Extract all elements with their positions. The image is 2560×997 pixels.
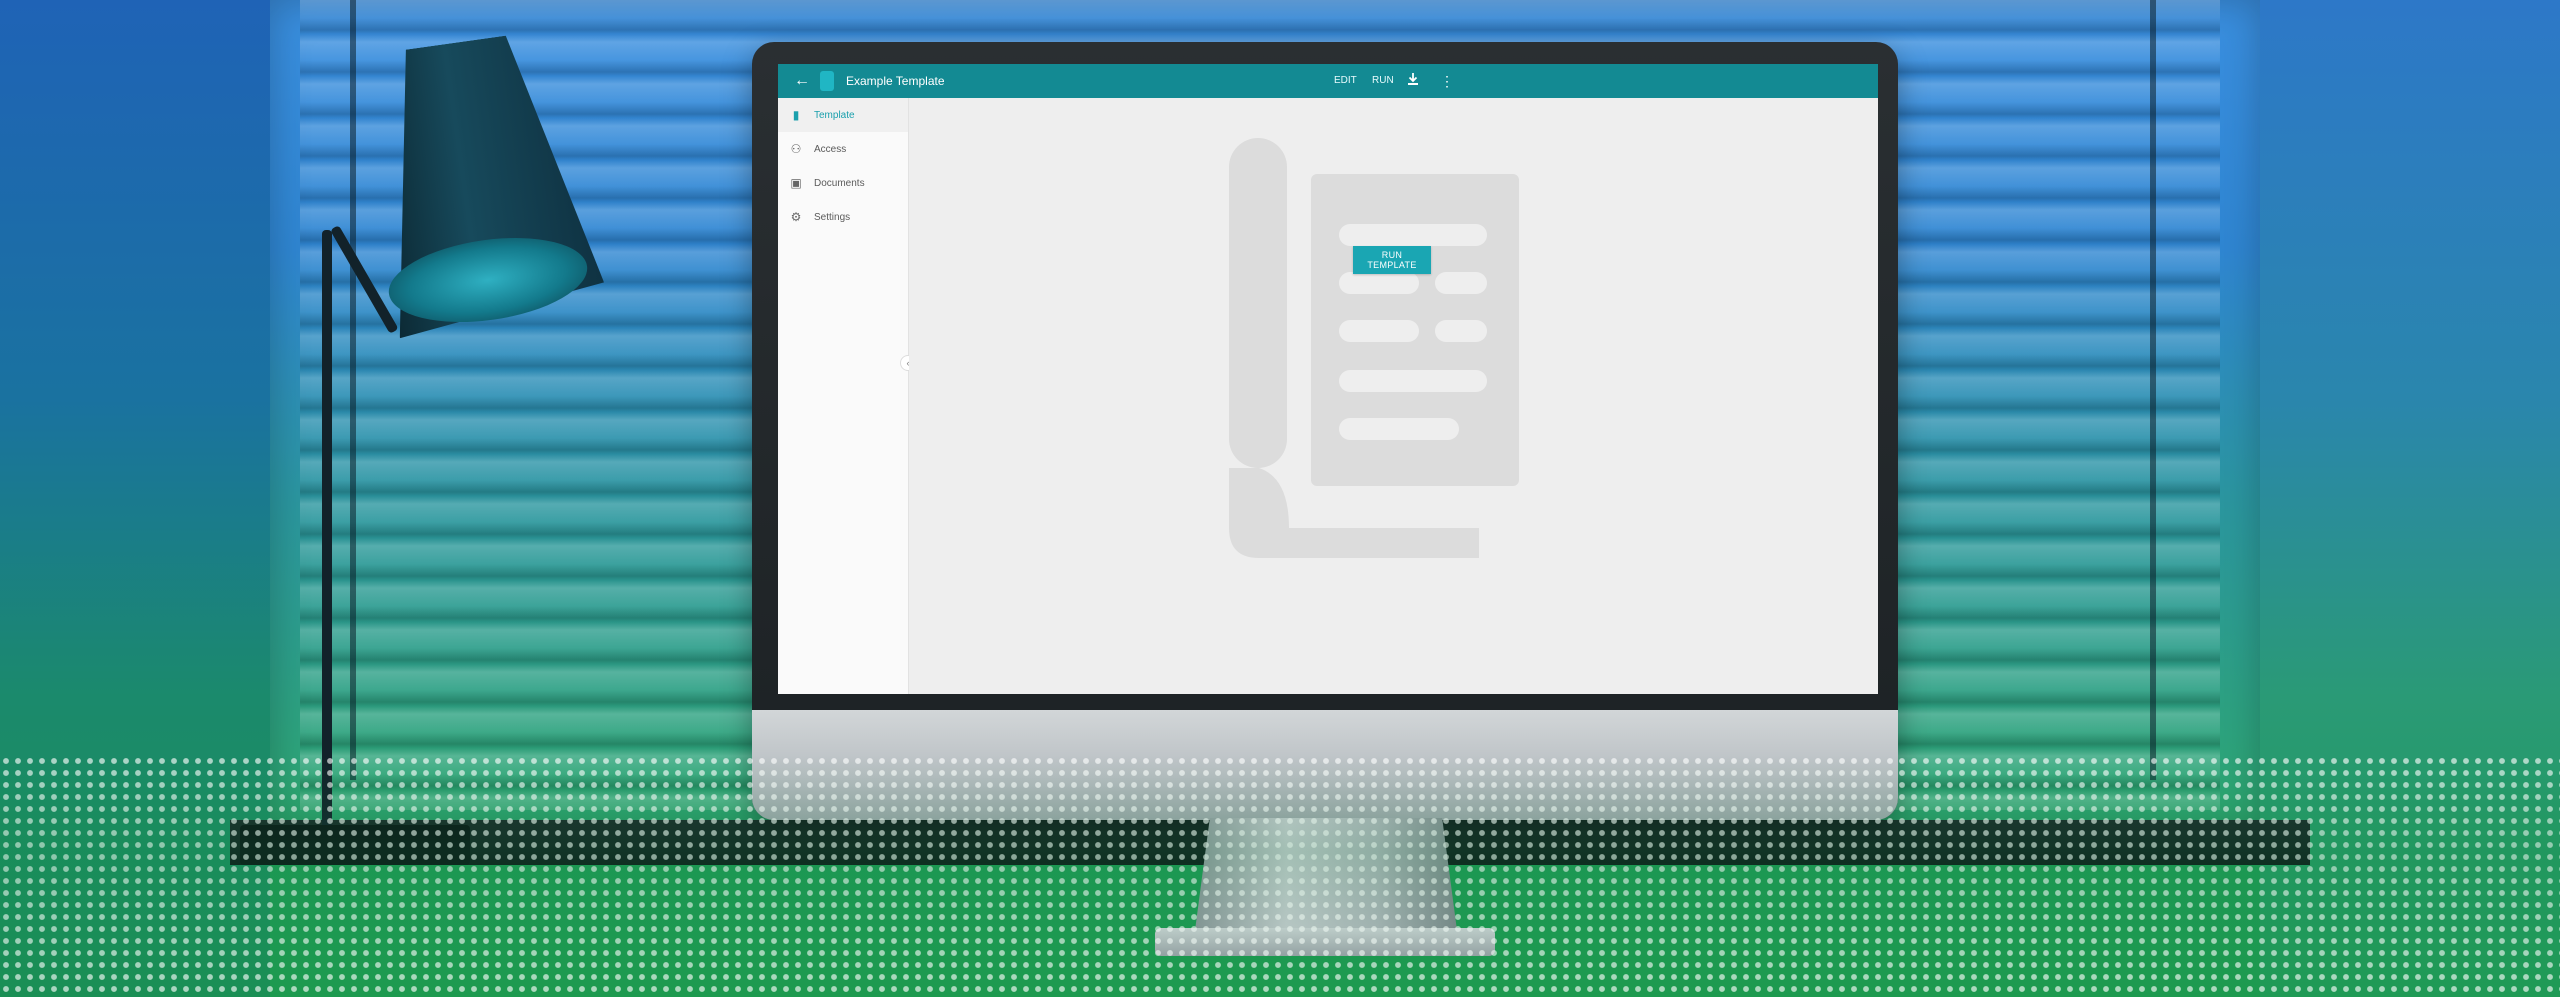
document-logo-icon	[820, 71, 834, 91]
sidebar-item-label: Access	[814, 143, 847, 155]
sidebar-item-label: Documents	[814, 177, 865, 189]
blind-cord-left	[350, 0, 356, 780]
blind-cord-right	[2150, 0, 2156, 780]
document-icon: ▮	[792, 108, 800, 122]
page-title: Example Template	[846, 74, 945, 88]
sidebar: ▮ Template ⚇ Access ▣ Documents ⚙ Settin…	[778, 98, 916, 694]
people-icon: ⚇	[790, 142, 802, 156]
more-vertical-icon[interactable]: ⋮	[1438, 70, 1456, 92]
main-content: RUN TEMPLATE	[909, 98, 1878, 694]
folder-icon: ▣	[790, 176, 802, 190]
sidebar-item-access[interactable]: ⚇ Access	[778, 132, 908, 166]
download-icon-svg	[1408, 73, 1418, 85]
desk-scene: ← Example Template EDIT RUN ⋮ ▮ Template…	[0, 0, 2560, 997]
download-icon[interactable]	[1404, 70, 1422, 92]
template-scroll-illustration	[1229, 138, 1519, 558]
sidebar-item-template[interactable]: ▮ Template	[778, 98, 908, 132]
sidebar-item-settings[interactable]: ⚙ Settings	[778, 200, 908, 234]
gear-icon: ⚙	[790, 210, 802, 224]
sidebar-item-documents[interactable]: ▣ Documents	[778, 166, 908, 200]
halftone-fade	[0, 755, 2560, 997]
app-toolbar: ← Example Template EDIT RUN ⋮	[778, 64, 1878, 98]
back-arrow-icon[interactable]: ←	[792, 71, 812, 91]
run-template-button[interactable]: RUN TEMPLATE	[1353, 246, 1431, 274]
sidebar-item-label: Settings	[814, 211, 851, 223]
run-action-button[interactable]: RUN	[1372, 73, 1394, 89]
monitor-screen: ← Example Template EDIT RUN ⋮ ▮ Template…	[778, 64, 1878, 694]
edit-button[interactable]: EDIT	[1334, 73, 1357, 89]
sidebar-item-label: Template	[814, 109, 855, 121]
